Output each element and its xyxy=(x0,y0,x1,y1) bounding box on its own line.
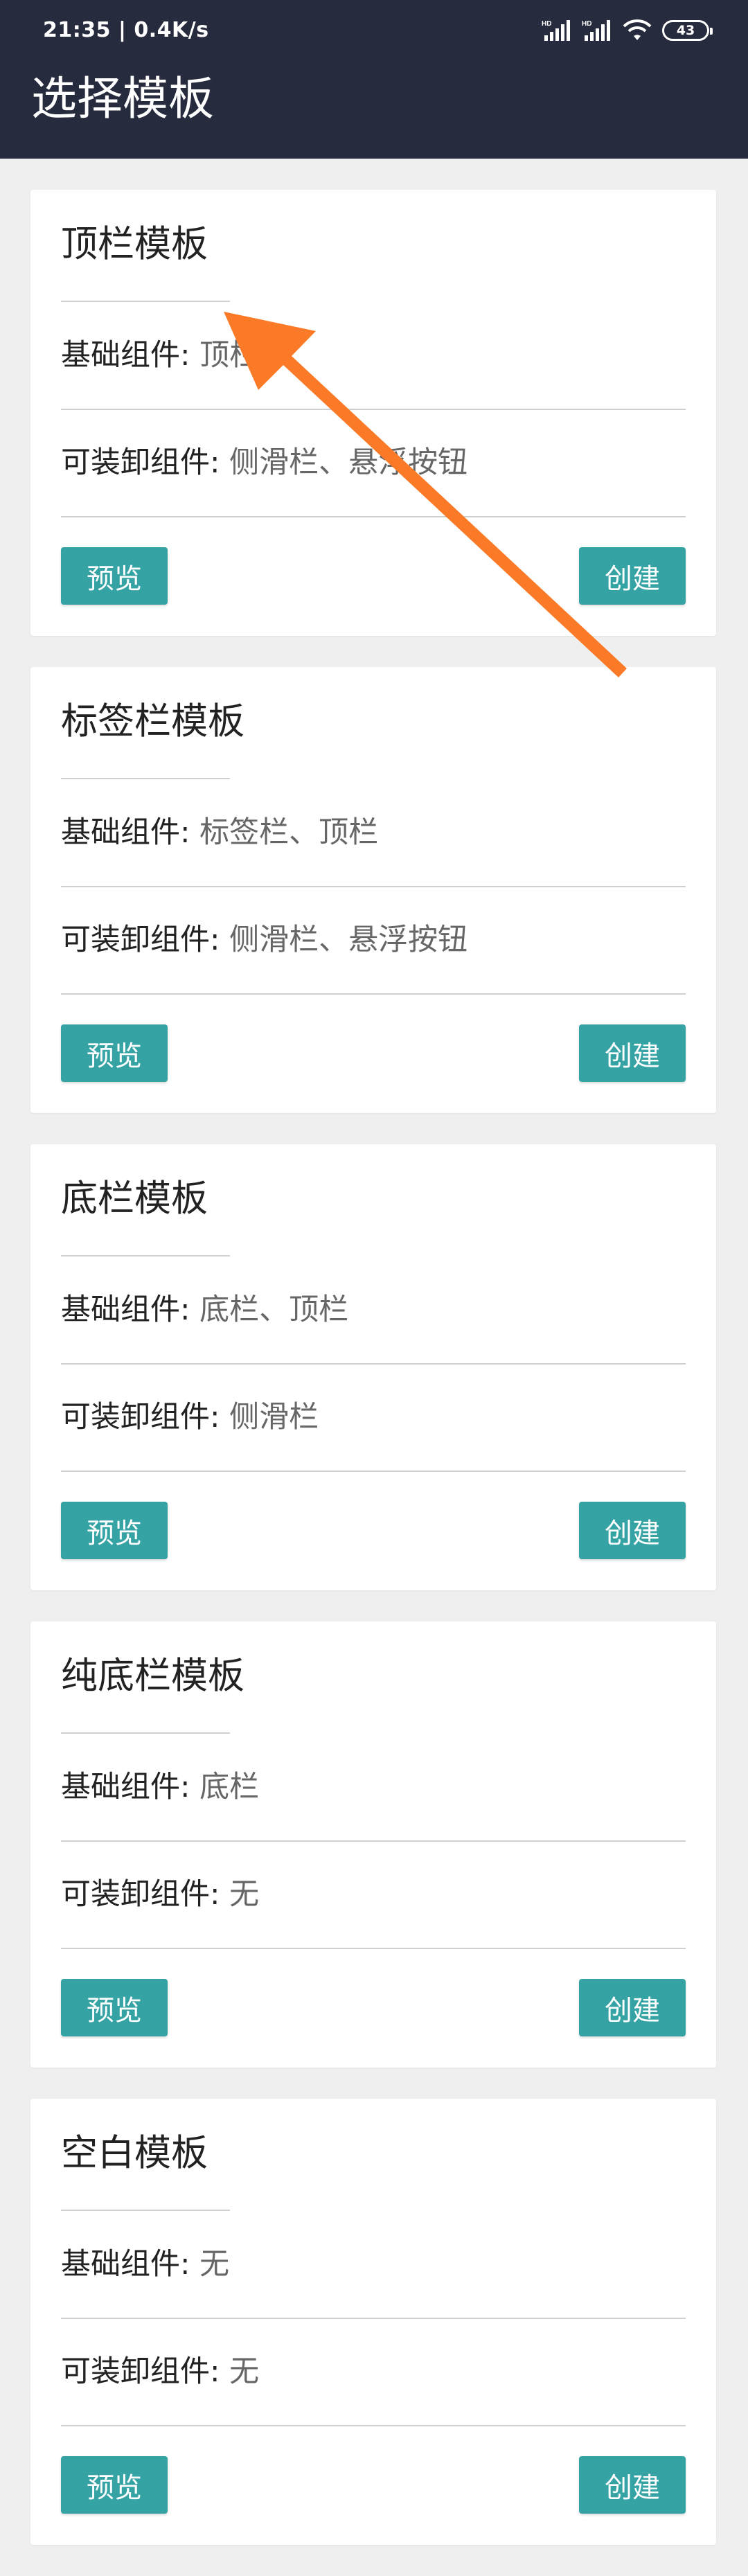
template-card: 底栏模板 基础组件: 底栏、顶栏 可装卸组件: 侧滑栏 预览 创建 xyxy=(30,1144,716,1590)
signal-hd-label-2: HD xyxy=(582,20,591,28)
removable-components-label: 可装卸组件: xyxy=(61,445,220,480)
preview-button[interactable]: 预览 xyxy=(61,2456,168,2514)
removable-components-label: 可装卸组件: xyxy=(61,1877,220,1912)
preview-button[interactable]: 预览 xyxy=(61,547,168,605)
create-button[interactable]: 创建 xyxy=(579,1979,686,2036)
removable-components-value: 无 xyxy=(229,2354,260,2389)
removable-components-value: 侧滑栏、悬浮按钮 xyxy=(229,923,468,957)
base-components-row: 基础组件: 顶栏 xyxy=(61,341,686,371)
signal-icon-2: HD xyxy=(582,20,610,41)
removable-components-value: 无 xyxy=(229,1877,260,1912)
divider xyxy=(61,886,686,887)
template-card: 顶栏模板 基础组件: 顶栏 可装卸组件: 侧滑栏、悬浮按钮 预览 创建 xyxy=(30,190,716,636)
preview-button[interactable]: 预览 xyxy=(61,1979,168,2036)
divider xyxy=(61,1948,686,1949)
battery-level: 43 xyxy=(676,23,695,38)
removable-components-label: 可装卸组件: xyxy=(61,923,220,957)
title-underline xyxy=(61,1732,230,1734)
create-button[interactable]: 创建 xyxy=(579,547,686,605)
page-title: 选择模板 xyxy=(31,72,214,125)
removable-components-label: 可装卸组件: xyxy=(61,1400,220,1434)
template-card: 纯底栏模板 基础组件: 底栏 可装卸组件: 无 预览 创建 xyxy=(30,1622,716,2068)
base-components-label: 基础组件: xyxy=(61,338,190,373)
removable-components-value: 侧滑栏、悬浮按钮 xyxy=(229,445,468,480)
template-list: 顶栏模板 基础组件: 顶栏 可装卸组件: 侧滑栏、悬浮按钮 预览 创建 标签栏模… xyxy=(30,190,716,2576)
title-underline xyxy=(61,1255,230,1256)
title-underline xyxy=(61,301,230,302)
create-button[interactable]: 创建 xyxy=(579,1024,686,1082)
base-components-row: 基础组件: 底栏 xyxy=(61,1773,686,1802)
preview-button[interactable]: 预览 xyxy=(61,1024,168,1082)
base-components-value: 标签栏、顶栏 xyxy=(199,815,379,850)
status-icons: HD HD 43 xyxy=(542,17,713,44)
template-name: 底栏模板 xyxy=(61,1178,208,1220)
divider xyxy=(61,1471,686,1472)
divider xyxy=(61,993,686,995)
create-button[interactable]: 创建 xyxy=(579,1502,686,1559)
template-name: 空白模板 xyxy=(61,2132,208,2174)
base-components-value: 顶栏 xyxy=(199,338,260,373)
removable-components-label: 可装卸组件: xyxy=(61,2354,220,2389)
removable-components-row: 可装卸组件: 无 xyxy=(61,1880,686,1910)
template-name: 顶栏模板 xyxy=(61,223,208,265)
divider xyxy=(61,409,686,410)
base-components-label: 基础组件: xyxy=(61,1770,190,1804)
signal-hd-label: HD xyxy=(542,20,551,28)
base-components-label: 基础组件: xyxy=(61,2247,190,2282)
template-card: 空白模板 基础组件: 无 可装卸组件: 无 预览 创建 xyxy=(30,2099,716,2545)
divider xyxy=(61,2425,686,2426)
removable-components-row: 可装卸组件: 侧滑栏、悬浮按钮 xyxy=(61,448,686,478)
base-components-row: 基础组件: 底栏、顶栏 xyxy=(61,1295,686,1325)
signal-icon: HD xyxy=(542,20,570,41)
base-components-row: 基础组件: 无 xyxy=(61,2250,686,2280)
title-underline xyxy=(61,2210,230,2211)
divider xyxy=(61,1840,686,1842)
divider xyxy=(61,1363,686,1365)
base-components-row: 基础组件: 标签栏、顶栏 xyxy=(61,818,686,848)
base-components-label: 基础组件: xyxy=(61,815,190,850)
status-time: 21:35 | 0.4K/s xyxy=(43,18,209,42)
status-bar: 21:35 | 0.4K/s HD HD 43 xyxy=(0,0,748,64)
base-components-value: 底栏、顶栏 xyxy=(199,1293,349,1327)
template-name: 标签栏模板 xyxy=(61,700,244,743)
battery-icon: 43 xyxy=(662,20,713,41)
app-bar: 21:35 | 0.4K/s HD HD 43 选择模板 xyxy=(0,0,748,159)
base-components-value: 底栏 xyxy=(199,1770,260,1804)
base-components-value: 无 xyxy=(199,2247,230,2282)
divider xyxy=(61,2318,686,2319)
removable-components-row: 可装卸组件: 侧滑栏、悬浮按钮 xyxy=(61,925,686,955)
preview-button[interactable]: 预览 xyxy=(61,1502,168,1559)
title-underline xyxy=(61,778,230,779)
template-card: 标签栏模板 基础组件: 标签栏、顶栏 可装卸组件: 侧滑栏、悬浮按钮 预览 创建 xyxy=(30,667,716,1113)
removable-components-row: 可装卸组件: 侧滑栏 xyxy=(61,1403,686,1432)
base-components-label: 基础组件: xyxy=(61,1293,190,1327)
create-button[interactable]: 创建 xyxy=(579,2456,686,2514)
removable-components-row: 可装卸组件: 无 xyxy=(61,2357,686,2387)
wifi-icon xyxy=(623,19,652,40)
removable-components-value: 侧滑栏 xyxy=(229,1400,319,1434)
template-name: 纯底栏模板 xyxy=(61,1655,244,1697)
divider xyxy=(61,516,686,517)
